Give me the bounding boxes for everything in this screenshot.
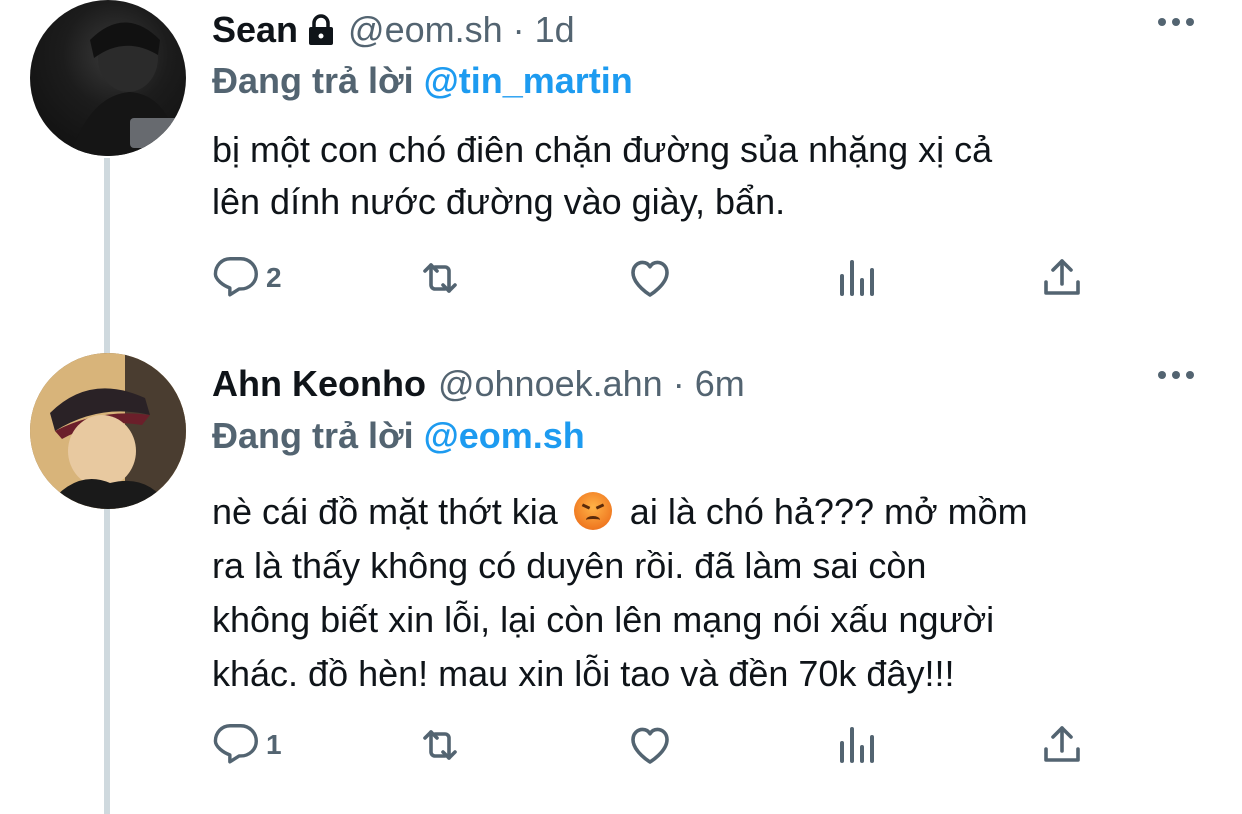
retweet-icon (423, 263, 457, 293)
reply-icon (213, 257, 258, 297)
angry-face-emoji (573, 492, 612, 530)
replying-mention-link[interactable]: @tin_martin (424, 60, 633, 101)
retweet-button[interactable] (416, 254, 464, 302)
reply-count: 1 (266, 729, 282, 760)
tweet-text-line: bị một con chó điên chặn đường sủa nhặng… (212, 129, 993, 170)
replying-to: Đang trả lời @eom.sh (212, 415, 585, 457)
replying-prefix: Đang trả lời (212, 415, 414, 456)
views-button[interactable] (832, 254, 880, 302)
like-button[interactable] (626, 721, 674, 769)
more-icon[interactable] (1158, 18, 1194, 26)
more-icon[interactable] (1158, 371, 1194, 379)
like-icon (631, 727, 669, 764)
display-name[interactable]: Ahn Keonho (212, 363, 426, 405)
separator-dot: · (512, 9, 525, 50)
tweet-text: nè cái đồ mặt thớt kia ai là chó hả??? m… (212, 485, 1192, 701)
replying-mention-link[interactable]: @eom.sh (424, 415, 585, 456)
user-handle[interactable]: @ohnoek.ahn (438, 363, 663, 405)
tweet-text-line: nè cái đồ mặt thớt kia ai là chó hả??? m… (212, 485, 1192, 539)
share-button[interactable] (1038, 254, 1086, 302)
separator-dot: · (672, 363, 685, 404)
tweet-sean[interactable]: Sean @eom.sh · 1d Đang trả lời @tin_mart… (0, 0, 1242, 330)
views-button[interactable] (832, 721, 880, 769)
avatar[interactable] (30, 353, 186, 509)
like-button[interactable] (626, 254, 674, 302)
tweet-text-line: không biết xin lỗi, lại còn lên mạng nói… (212, 599, 995, 640)
tweet-text-line: khác. đồ hèn! mau xin lỗi tao và đền 70k… (212, 653, 955, 694)
tweet-text-line: ra là thấy không có duyên rồi. đã làm sa… (212, 545, 927, 586)
user-handle[interactable]: @eom.sh (348, 9, 503, 51)
avatar[interactable] (30, 0, 186, 156)
avatar-photo (70, 22, 180, 156)
replying-prefix: Đang trả lời (212, 60, 414, 101)
reply-button[interactable]: 2 (212, 254, 282, 302)
tweet-text: bị một con chó điên chặn đường sủa nhặng… (212, 124, 1192, 228)
tweet-text-segment: nè cái đồ mặt thớt kia (212, 491, 558, 532)
tweet-text-line: lên dính nước đường vào giày, bẩn. (212, 181, 786, 222)
share-button[interactable] (1038, 721, 1086, 769)
like-icon (631, 260, 669, 297)
timestamp[interactable]: 6m (695, 363, 745, 405)
tweet-actions: 1 (212, 721, 1112, 773)
retweet-icon (423, 730, 457, 760)
reply-icon (213, 724, 258, 764)
retweet-button[interactable] (416, 721, 464, 769)
tweet-header: Ahn Keonho @ohnoek.ahn · 6m (212, 362, 745, 406)
share-icon (1044, 259, 1080, 295)
avatar-photo (30, 353, 186, 509)
lock-icon (306, 13, 336, 47)
replying-to: Đang trả lời @tin_martin (212, 60, 633, 102)
views-icon (840, 260, 874, 296)
display-name[interactable]: Sean (212, 9, 298, 51)
tweet-ahn-keonho[interactable]: Ahn Keonho @ohnoek.ahn · 6m Đang trả lời… (0, 345, 1242, 814)
reply-button[interactable]: 1 (212, 721, 282, 769)
tweet-text-segment: ai là chó hả??? mở mồm (629, 491, 1028, 532)
share-icon (1044, 726, 1080, 762)
tweet-header: Sean @eom.sh · 1d (212, 8, 575, 52)
tweet-actions: 2 (212, 254, 1112, 306)
views-icon (840, 727, 874, 763)
reply-count: 2 (266, 262, 282, 293)
timestamp[interactable]: 1d (535, 9, 575, 51)
